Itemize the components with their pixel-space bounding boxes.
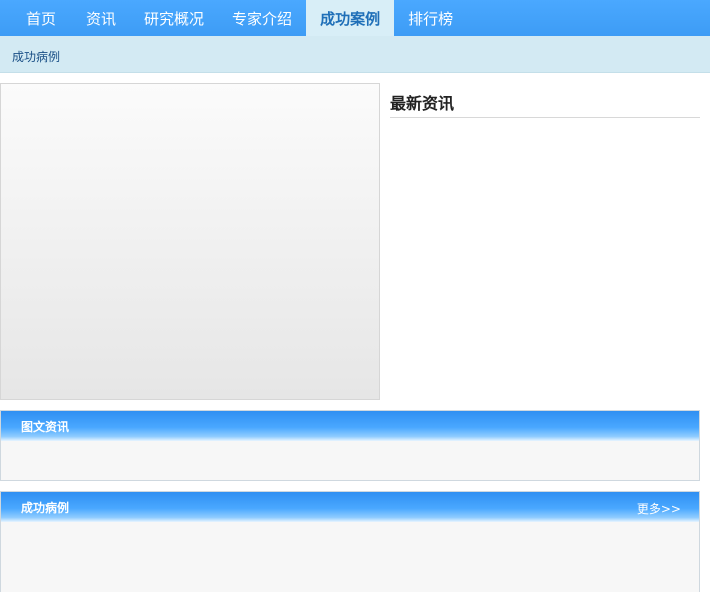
photo-news-panel: 图文资讯 xyxy=(0,410,700,481)
breadcrumb-bar: 成功病例 xyxy=(0,36,710,73)
tab-rankings[interactable]: 排行榜 xyxy=(394,0,467,36)
latest-news-title: 最新资讯 xyxy=(390,94,455,113)
tab-research-overview[interactable]: 研究概况 xyxy=(130,0,218,36)
tab-home[interactable]: 首页 xyxy=(0,0,72,36)
success-cases-header: 成功病例 更多>> xyxy=(1,492,699,522)
tab-success-cases[interactable]: 成功案例 xyxy=(306,0,395,36)
photo-news-header: 图文资讯 xyxy=(1,411,699,441)
latest-news-section: 最新资讯 xyxy=(390,83,700,400)
more-link[interactable]: 更多>> xyxy=(637,500,681,517)
breadcrumb[interactable]: 成功病例 xyxy=(12,48,60,65)
tab-news[interactable]: 资讯 xyxy=(72,0,130,36)
photo-news-title: 图文资讯 xyxy=(21,420,70,434)
image-slideshow[interactable] xyxy=(0,83,380,400)
top-navigation: 首页 资讯 研究概况 专家介绍 成功案例 排行榜 xyxy=(0,0,710,36)
success-cases-panel: 成功病例 更多>> xyxy=(0,491,700,592)
success-cases-title: 成功病例 xyxy=(21,501,70,515)
latest-news-header: 最新资讯 xyxy=(390,83,700,118)
tab-experts[interactable]: 专家介绍 xyxy=(218,0,306,36)
